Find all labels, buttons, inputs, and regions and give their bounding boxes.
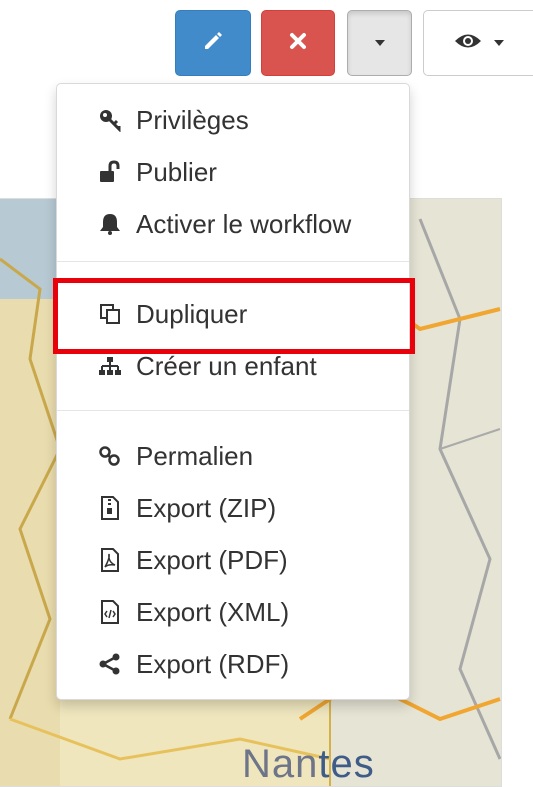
share-icon xyxy=(96,650,124,678)
menu-item-duplicate[interactable]: Dupliquer xyxy=(57,294,409,334)
eye-icon xyxy=(454,32,482,55)
bell-icon xyxy=(96,210,124,238)
unlock-icon xyxy=(96,158,124,186)
menu-item-label: Activer le workflow xyxy=(136,208,352,239)
view-dropdown-button[interactable] xyxy=(423,10,533,76)
menu-item-permalink[interactable]: Permalien xyxy=(57,436,409,476)
menu-divider xyxy=(57,410,409,411)
menu-item-label: Permalien xyxy=(136,440,254,471)
menu-item-activate-workflow[interactable]: Activer le workflow xyxy=(57,204,409,244)
more-actions-toggle[interactable] xyxy=(347,10,412,76)
menu-item-label: Privilèges xyxy=(136,104,249,135)
menu-item-export-zip[interactable]: Export (ZIP) xyxy=(57,488,409,528)
caret-down-icon xyxy=(374,40,385,46)
menu-item-label: Créer un enfant xyxy=(136,350,317,381)
menu-item-label: Dupliquer xyxy=(136,298,248,329)
menu-item-export-rdf[interactable]: Export (RDF) xyxy=(57,644,409,684)
menu-item-label: Export (RDF) xyxy=(136,648,290,679)
delete-button[interactable] xyxy=(261,10,335,76)
menu-item-label: Export (XML) xyxy=(136,596,290,627)
menu-item-create-child[interactable]: Créer un enfant xyxy=(57,346,409,386)
edit-button[interactable] xyxy=(175,10,251,76)
menu-item-publish[interactable]: Publier xyxy=(57,152,409,192)
file-pdf-icon xyxy=(96,546,124,574)
menu-item-export-xml[interactable]: Export (XML) xyxy=(57,592,409,632)
sitemap-icon xyxy=(96,352,124,380)
chevron-down-icon xyxy=(493,40,504,46)
menu-item-label: Publier xyxy=(136,156,217,187)
pencil-icon xyxy=(201,29,225,58)
file-code-icon xyxy=(96,598,124,626)
times-icon xyxy=(288,31,308,56)
actions-dropdown-menu: Privilèges Publier Activer le workflow D… xyxy=(56,83,410,700)
key-icon xyxy=(96,106,124,134)
menu-item-label: Export (PDF) xyxy=(136,544,288,575)
file-zip-icon xyxy=(96,494,124,522)
copy-icon xyxy=(96,300,124,328)
menu-item-label: Export (ZIP) xyxy=(136,492,277,523)
menu-item-privileges[interactable]: Privilèges xyxy=(57,100,409,140)
map-city-label: Nantes xyxy=(242,742,375,786)
menu-divider xyxy=(57,261,409,262)
link-icon xyxy=(96,442,124,470)
menu-item-export-pdf[interactable]: Export (PDF) xyxy=(57,540,409,580)
